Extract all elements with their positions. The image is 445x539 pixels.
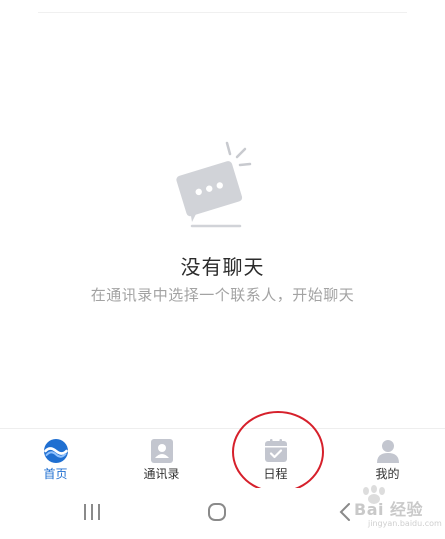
watermark-text: Bai 经验 (354, 500, 424, 519)
tab-home-label: 首页 (43, 467, 68, 481)
home-icon (43, 439, 68, 463)
tab-contacts-label: 通讯录 (143, 467, 180, 481)
contacts-icon (150, 439, 173, 463)
empty-state-title: 没有聊天 (180, 255, 265, 279)
profile-icon (376, 440, 399, 463)
annotation-circle (232, 411, 324, 493)
recents-icon[interactable] (82, 502, 102, 522)
tab-home[interactable]: 首页 (0, 429, 111, 489)
tab-profile[interactable]: 我的 (332, 429, 443, 489)
top-divider (38, 12, 407, 13)
tab-contacts[interactable]: 通讯录 (106, 429, 217, 489)
chat-bubble-icon (176, 141, 252, 228)
bottom-tab-bar: 首页 通讯录 日程 我的 (0, 428, 445, 489)
watermark-subtext: jingyan.baidu.com (368, 519, 442, 528)
empty-state-subtitle: 在通讯录中选择一个联系人，开始聊天 (90, 286, 355, 304)
tab-profile-label: 我的 (375, 467, 400, 481)
home-circle-icon[interactable] (207, 502, 227, 522)
